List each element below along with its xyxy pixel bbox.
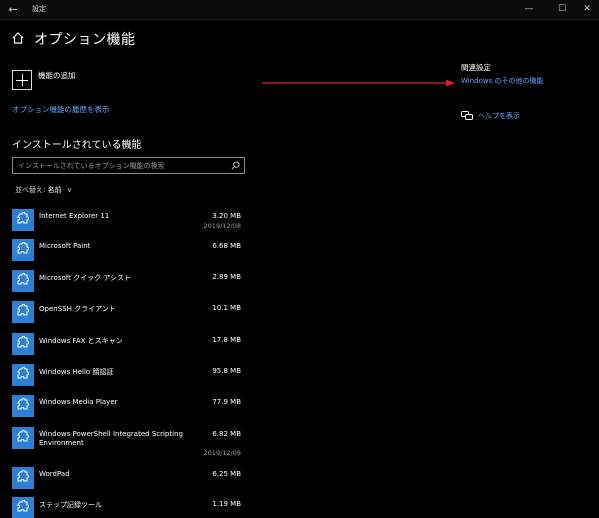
- search-icon[interactable]: [231, 161, 240, 170]
- feature-history-link[interactable]: オプション機能の履歴を表示: [12, 104, 110, 115]
- puzzle-piece-icon: [12, 497, 34, 518]
- feature-name: Microsoft Paint: [39, 242, 91, 250]
- sort-dropdown[interactable]: 並べ替え: 名前 ∨: [15, 185, 72, 195]
- puzzle-piece-icon: [12, 270, 34, 292]
- feature-name: Windows PowerShell Integrated Scripting: [39, 430, 183, 438]
- feature-name-line2: Environment: [39, 439, 84, 447]
- sort-label: 並べ替え:: [15, 186, 46, 194]
- feature-item[interactable]: Windows PowerShell Integrated Scripting …: [12, 427, 244, 461]
- feature-size: 6.82 MB: [212, 430, 241, 438]
- feature-item[interactable]: Microsoft Paint 6.68 MB: [12, 239, 244, 263]
- puzzle-piece-icon: [12, 239, 34, 261]
- close-button[interactable]: ✕: [576, 2, 598, 17]
- feature-date: 2019/12/08: [203, 449, 241, 457]
- feature-size: 6.25 MB: [212, 470, 241, 478]
- feature-name: Windows Media Player: [39, 398, 118, 406]
- sort-value: 名前: [47, 186, 62, 194]
- minimize-button[interactable]: —: [518, 2, 540, 17]
- feature-item[interactable]: OpenSSH クライアント 10.1 MB: [12, 301, 244, 325]
- feature-size: 10.1 MB: [212, 304, 241, 312]
- title-bar: ← 設定 — ☐ ✕: [0, 0, 599, 20]
- feature-size: 2.89 MB: [212, 273, 241, 281]
- feature-size: 3.20 MB: [212, 212, 241, 220]
- feature-name: Windows FAX とスキャン: [39, 337, 123, 345]
- puzzle-piece-icon: [12, 427, 34, 449]
- puzzle-piece-icon: [12, 364, 34, 386]
- feature-item[interactable]: WordPad 6.25 MB: [12, 467, 244, 491]
- puzzle-piece-icon: [12, 333, 34, 355]
- puzzle-piece-icon: [12, 301, 34, 323]
- feature-name: ステップ記録ツール: [39, 501, 102, 509]
- home-icon[interactable]: [11, 31, 25, 45]
- feature-size: 77.9 MB: [212, 398, 241, 406]
- add-feature-plus-icon[interactable]: [12, 70, 32, 90]
- feature-name: Internet Explorer 11: [39, 212, 110, 220]
- add-feature-button[interactable]: 機能の追加: [38, 70, 76, 81]
- feature-search-box[interactable]: [12, 157, 245, 174]
- feature-date: 2019/12/08: [203, 222, 241, 230]
- feature-name: Windows Hello 顔認証: [39, 368, 114, 376]
- feature-item[interactable]: Windows Hello 顔認証 95.8 MB: [12, 364, 244, 388]
- windows-features-link[interactable]: Windows のその他の機能: [461, 76, 543, 86]
- window-title: 設定: [32, 5, 46, 13]
- back-arrow-icon[interactable]: ←: [6, 3, 20, 17]
- feature-size: 1.19 MB: [212, 500, 241, 508]
- installed-features-heading: インストールされている機能: [12, 140, 142, 151]
- chat-bubble-icon: [461, 111, 473, 120]
- feature-item[interactable]: Windows Media Player 77.9 MB: [12, 395, 244, 419]
- feature-size: 6.68 MB: [212, 242, 241, 250]
- feature-name: WordPad: [39, 470, 70, 478]
- feature-item[interactable]: Windows FAX とスキャン 17.8 MB: [12, 333, 244, 357]
- feature-item[interactable]: Internet Explorer 11 3.20 MB 2019/12/08: [12, 209, 244, 233]
- puzzle-piece-icon: [12, 395, 34, 417]
- get-help-link[interactable]: ヘルプを表示: [478, 111, 520, 121]
- feature-name: Microsoft クイック アシスト: [39, 274, 132, 282]
- puzzle-piece-icon: [12, 467, 34, 489]
- annotation-arrow: [262, 79, 455, 87]
- page-title: オプション機能: [34, 32, 136, 48]
- feature-name: OpenSSH クライアント: [39, 305, 116, 313]
- related-settings-heading: 関連設定: [461, 63, 491, 72]
- maximize-button[interactable]: ☐: [551, 2, 573, 17]
- feature-item[interactable]: Microsoft クイック アシスト 2.89 MB: [12, 270, 244, 294]
- feature-search-input[interactable]: [13, 158, 223, 173]
- feature-size: 17.8 MB: [212, 336, 241, 344]
- feature-size: 95.8 MB: [212, 367, 241, 375]
- feature-item[interactable]: ステップ記録ツール 1.19 MB: [12, 497, 244, 518]
- chevron-down-icon: ∨: [66, 186, 72, 194]
- puzzle-piece-icon: [12, 209, 34, 231]
